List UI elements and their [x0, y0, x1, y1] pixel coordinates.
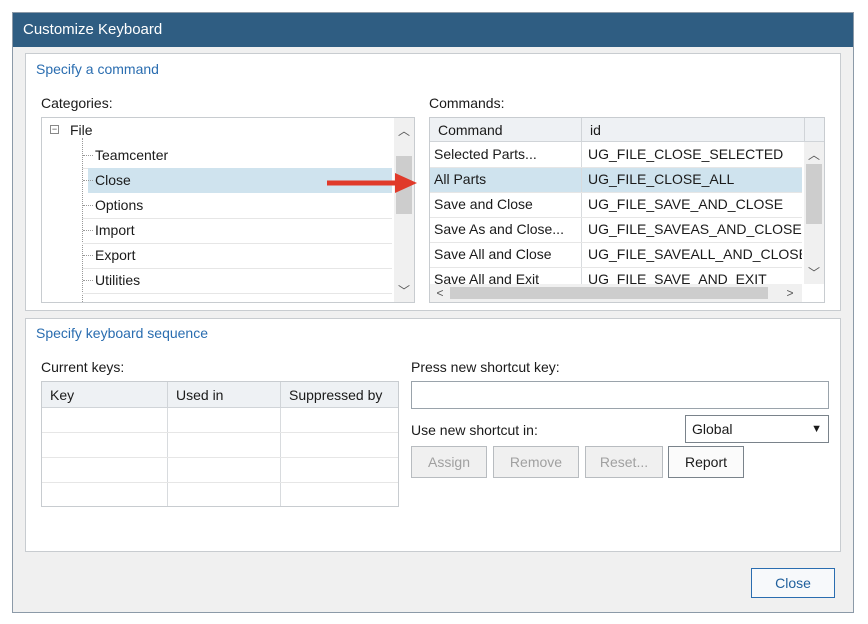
use-shortcut-in-label: Use new shortcut in: [411, 422, 538, 438]
tree-item-export[interactable]: Export [42, 243, 392, 268]
tree-item-label: Utilities [95, 272, 141, 288]
assign-button[interactable]: Assign [411, 446, 487, 478]
command-cell[interactable]: All Parts [430, 167, 580, 192]
command-id-cell[interactable]: UG_FILE_CLOSE_SELECTED [584, 142, 802, 167]
scroll-down-icon[interactable]: ﹀ [396, 282, 412, 299]
chevron-down-icon: ▼ [811, 423, 822, 435]
annotation-arrow-icon [327, 173, 417, 193]
press-shortcut-label: Press new shortcut key: [411, 359, 560, 375]
command-id-cell[interactable]: UG_FILE_SAVEALL_AND_CLOSE [584, 242, 802, 267]
command-cell[interactable]: Save As and Close... [430, 217, 580, 242]
command-id-cell[interactable]: UG_FILE_SAVEAS_AND_CLOSE [584, 217, 802, 242]
column-header-used-in[interactable]: Used in [168, 382, 281, 408]
use-shortcut-in-select[interactable]: Global ▼ [685, 415, 829, 443]
command-id-cell[interactable]: UG_FILE_SAVE_AND_CLOSE [584, 192, 802, 217]
scroll-down-icon[interactable]: ﹀ [806, 264, 822, 281]
tree-connector [83, 280, 93, 281]
tree-row-separator [82, 293, 392, 294]
scroll-up-icon[interactable]: ︿ [806, 146, 822, 163]
column-divider [581, 142, 582, 286]
categories-scrollbar[interactable]: ︿ ﹀ [394, 118, 414, 302]
commands-label: Commands: [429, 95, 505, 111]
command-cell[interactable]: Selected Parts... [430, 142, 580, 167]
commands-hscrollbar[interactable]: < > [430, 284, 802, 302]
tree-item-label: Teamcenter [95, 147, 169, 163]
command-cell[interactable]: Save and Close [430, 192, 580, 217]
command-cell[interactable]: Save All and Exit [430, 267, 580, 284]
select-value: Global [692, 421, 733, 437]
current-keys-table[interactable]: Key Used in Suppressed by [41, 381, 399, 507]
commands-vscrollbar[interactable]: ︿ ﹀ [804, 142, 824, 284]
tree-connector [83, 155, 93, 156]
shortcut-key-input[interactable] [411, 381, 829, 409]
tree-item-label: Options [95, 197, 144, 213]
close-button[interactable]: Close [751, 568, 835, 598]
remove-button[interactable]: Remove [493, 446, 579, 478]
command-group-title: Specify a command [36, 61, 159, 77]
reset-button[interactable]: Reset... [585, 446, 663, 478]
tree-item-label: Close [95, 172, 131, 188]
tree-item-import[interactable]: Import [42, 218, 392, 243]
tree-item-options[interactable]: Options [42, 193, 392, 218]
tree-connector [83, 230, 93, 231]
customize-keyboard-dialog: Customize Keyboard Specify a command Cat… [12, 12, 854, 613]
scroll-right-icon[interactable]: > [782, 286, 798, 300]
tree-item-utilities[interactable]: Utilities [42, 268, 392, 293]
row-separator [42, 482, 398, 483]
collapse-icon[interactable]: − [50, 125, 59, 134]
report-button[interactable]: Report [668, 446, 744, 478]
tree-connector [83, 180, 93, 181]
column-header-filler [804, 118, 824, 142]
categories-label: Categories: [41, 95, 113, 111]
tree-item-label: Export [95, 247, 136, 263]
current-keys-label: Current keys: [41, 359, 125, 375]
window-title: Customize Keyboard [13, 13, 853, 47]
commands-table[interactable]: Command id Selected Parts... UG_FILE_CLO… [429, 117, 825, 303]
scroll-left-icon[interactable]: < [432, 286, 448, 300]
scrollbar-thumb[interactable] [806, 164, 822, 224]
scrollbar-thumb[interactable] [450, 287, 768, 299]
row-separator [42, 432, 398, 433]
tree-connector [83, 255, 93, 256]
command-id-cell[interactable]: UG_FILE_SAVE_AND_EXIT [584, 267, 802, 284]
column-header-command[interactable]: Command [430, 118, 582, 142]
column-header-key[interactable]: Key [42, 382, 168, 408]
scroll-up-icon[interactable]: ︿ [396, 122, 412, 139]
tree-item-teamcenter[interactable]: Teamcenter [42, 143, 392, 168]
tree-item-file[interactable]: − File [42, 118, 392, 143]
categories-tree[interactable]: − File Teamcenter Close Options Import E… [41, 117, 415, 303]
command-id-cell[interactable]: UG_FILE_CLOSE_ALL [584, 167, 802, 192]
row-separator [42, 457, 398, 458]
column-header-suppressed-by[interactable]: Suppressed by [281, 382, 398, 408]
column-header-id[interactable]: id [582, 118, 804, 142]
tree-item-label: Import [95, 222, 135, 238]
tree-connector [83, 205, 93, 206]
command-cell[interactable]: Save All and Close [430, 242, 580, 267]
keyboard-group-title: Specify keyboard sequence [36, 325, 208, 341]
